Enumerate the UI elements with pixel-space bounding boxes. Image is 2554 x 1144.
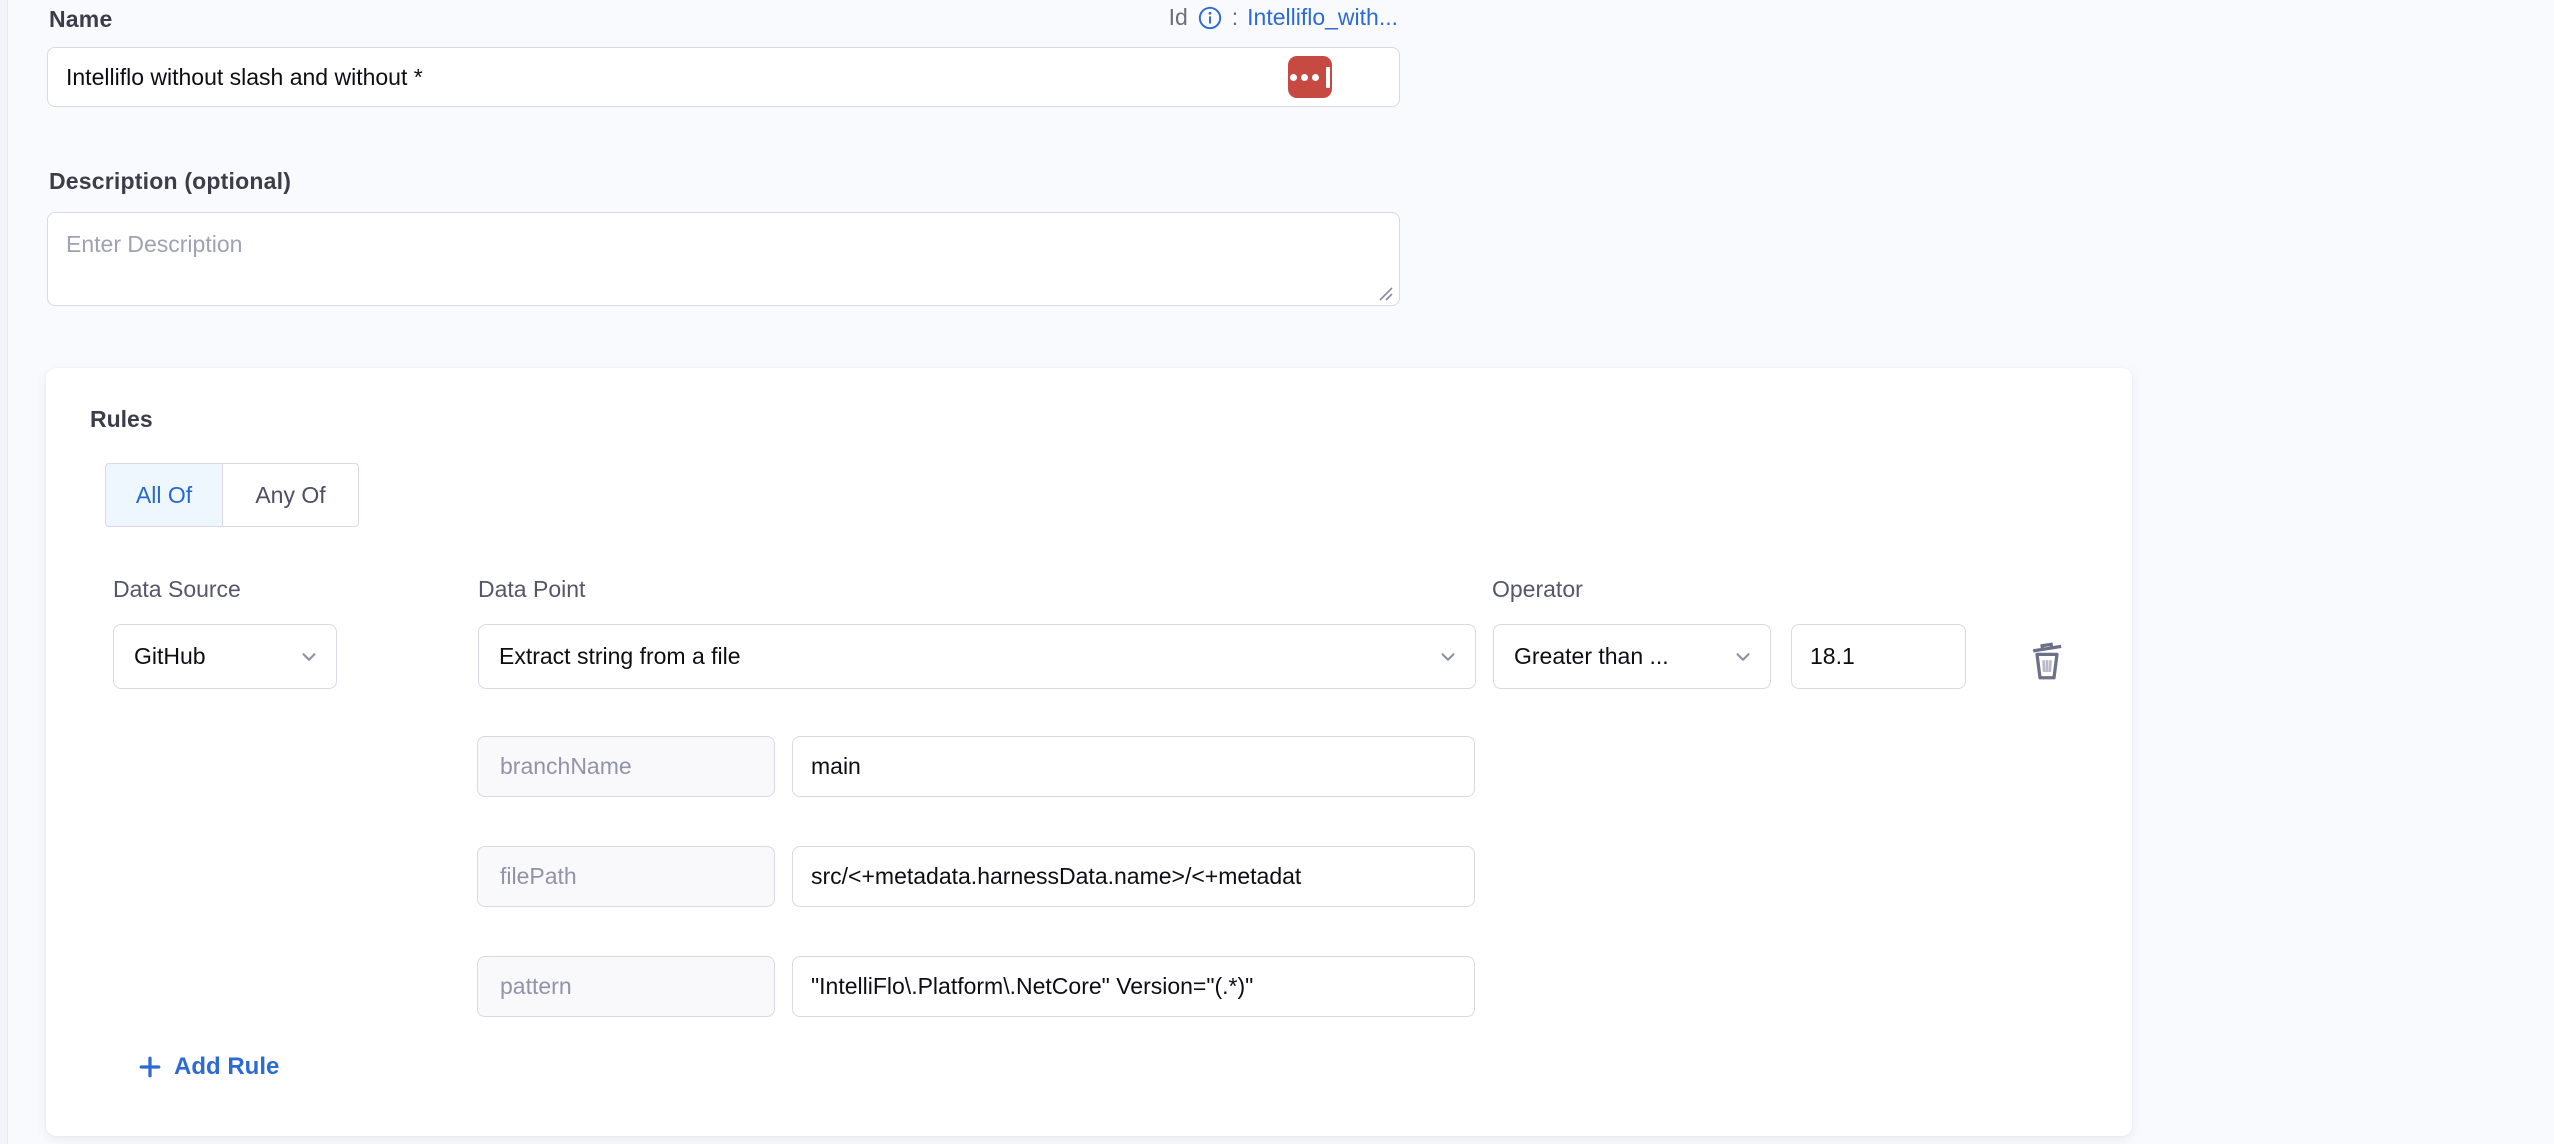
toggle-any-of[interactable]: Any Of: [223, 463, 359, 527]
param-value-branchname-input[interactable]: [792, 736, 1475, 797]
info-icon[interactable]: [1197, 5, 1223, 31]
data-point-value: Extract string from a file: [499, 643, 741, 670]
id-colon: :: [1232, 4, 1238, 31]
operator-select[interactable]: Greater than ...: [1493, 624, 1771, 689]
operator-label: Operator: [1492, 576, 1583, 603]
name-input[interactable]: [47, 47, 1400, 107]
dot: [1290, 74, 1297, 81]
text-caret: [1326, 67, 1330, 88]
id-value[interactable]: Intelliflo_with...: [1247, 4, 1398, 31]
drawer-edge: [0, 0, 8, 1144]
param-value-filepath-input[interactable]: [792, 846, 1475, 907]
chevron-down-icon: [1437, 646, 1459, 668]
toggle-all-of[interactable]: All Of: [105, 463, 223, 527]
operator-value-input[interactable]: [1791, 624, 1966, 689]
param-key-branchname: branchName: [477, 736, 775, 797]
add-rule-button[interactable]: Add Rule: [136, 1053, 279, 1081]
add-rule-label: Add Rule: [174, 1053, 279, 1081]
param-key-pattern: pattern: [477, 956, 775, 1017]
chevron-down-icon: [1732, 646, 1754, 668]
dot: [1301, 74, 1308, 81]
dot: [1312, 74, 1319, 81]
id-label: Id: [1169, 4, 1188, 31]
operator-value: Greater than ...: [1514, 643, 1669, 670]
name-label: Name: [49, 6, 112, 33]
id-row: Id : Intelliflo_with...: [1169, 4, 1398, 31]
data-source-value: GitHub: [134, 643, 206, 670]
description-textarea[interactable]: [47, 212, 1400, 306]
data-point-label: Data Point: [478, 576, 585, 603]
match-type-toggle: All Of Any Of: [105, 463, 359, 527]
data-point-select[interactable]: Extract string from a file: [478, 624, 1476, 689]
password-manager-autofill-icon[interactable]: [1288, 56, 1332, 98]
param-value-pattern-input[interactable]: [792, 956, 1475, 1017]
plus-icon: [136, 1053, 164, 1081]
param-key-filepath: filePath: [477, 846, 775, 907]
data-source-select[interactable]: GitHub: [113, 624, 337, 689]
trash-icon: [2024, 634, 2070, 684]
delete-rule-button[interactable]: [2020, 630, 2074, 688]
rules-title: Rules: [90, 406, 153, 433]
description-label: Description (optional): [49, 168, 291, 195]
chevron-down-icon: [298, 646, 320, 668]
data-source-label: Data Source: [113, 576, 241, 603]
